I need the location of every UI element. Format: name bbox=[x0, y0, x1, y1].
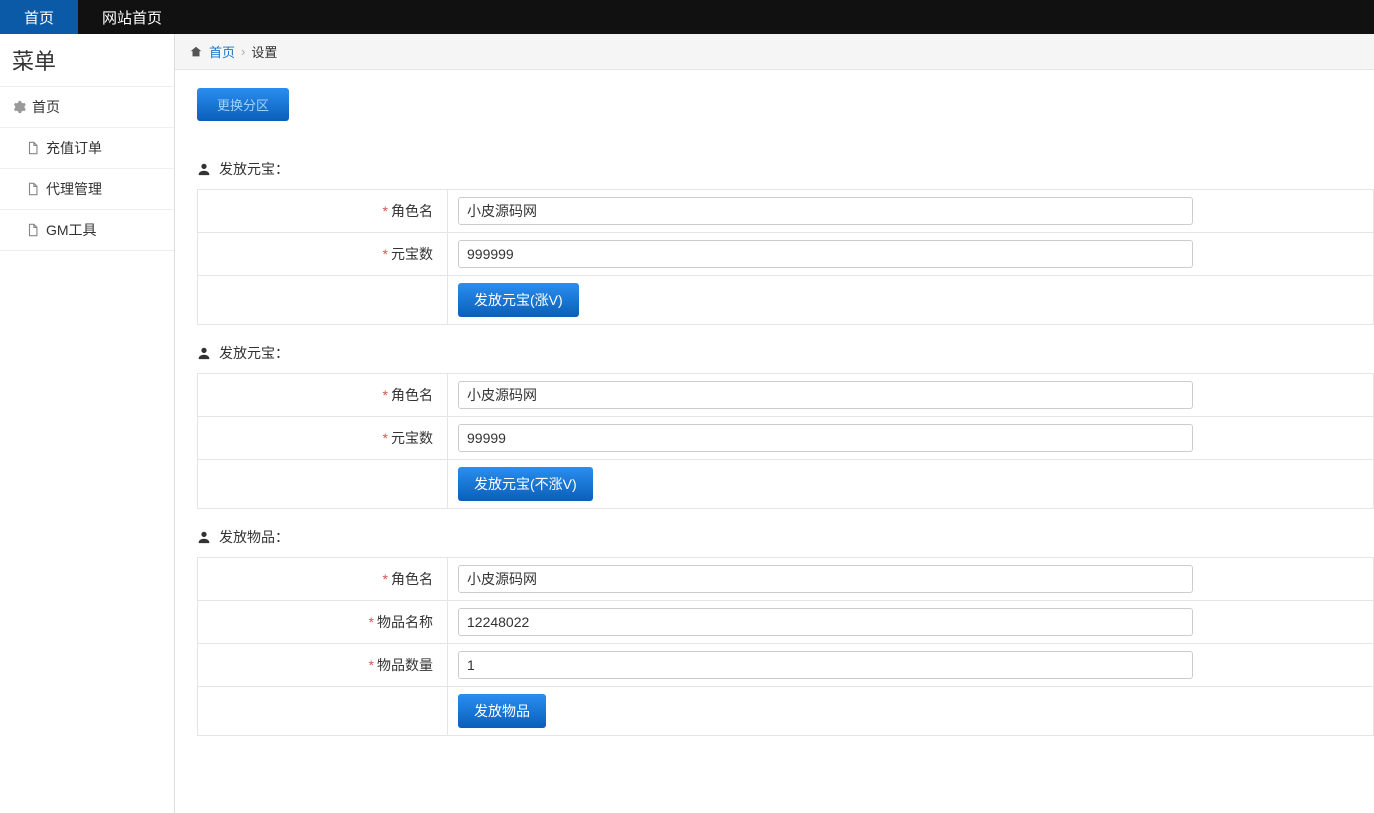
person-icon bbox=[197, 162, 211, 176]
role-input-1[interactable] bbox=[458, 197, 1193, 225]
item-qty-label: 物品数量 bbox=[377, 657, 433, 673]
sidebar-item-agent-label: 代理管理 bbox=[46, 179, 102, 199]
submit-item-button[interactable]: 发放物品 bbox=[458, 694, 546, 728]
sidebar-item-recharge-label: 充值订单 bbox=[46, 138, 102, 158]
switch-zone-button[interactable]: 更换分区 bbox=[197, 88, 289, 121]
role-label: 角色名 bbox=[391, 203, 433, 219]
sidebar-title: 菜单 bbox=[0, 34, 174, 86]
content: 首页 › 设置 更换分区 发放元宝： *角色名 *元宝数 bbox=[175, 34, 1374, 813]
qty-input-1[interactable] bbox=[458, 240, 1193, 268]
qty-label: 元宝数 bbox=[391, 430, 433, 446]
section-heading-label: 发放物品： bbox=[219, 527, 289, 547]
sidebar-item-recharge[interactable]: 充值订单 bbox=[0, 128, 174, 169]
sidebar-item-gm[interactable]: GM工具 bbox=[0, 210, 174, 251]
breadcrumb-current: 设置 bbox=[251, 42, 277, 61]
sidebar-item-home[interactable]: 首页 bbox=[0, 86, 174, 128]
sidebar-item-gm-label: GM工具 bbox=[46, 220, 97, 240]
form-item: *角色名 *物品名称 *物品数量 发放物品 bbox=[197, 557, 1374, 736]
sidebar: 菜单 首页 充值订单 代理管理 GM工具 bbox=[0, 34, 175, 813]
section-heading-label: 发放元宝： bbox=[219, 159, 289, 179]
tab-site-home[interactable]: 网站首页 bbox=[78, 0, 186, 34]
sidebar-item-home-label: 首页 bbox=[32, 97, 60, 117]
role-input-2[interactable] bbox=[458, 381, 1193, 409]
person-icon bbox=[197, 346, 211, 360]
home-icon bbox=[189, 45, 203, 59]
tab-home[interactable]: 首页 bbox=[0, 0, 78, 34]
section-heading-label: 发放元宝： bbox=[219, 343, 289, 363]
section-heading-item: 发放物品： bbox=[197, 527, 1374, 547]
item-name-input[interactable] bbox=[458, 608, 1193, 636]
topbar: 首页 网站首页 bbox=[0, 0, 1374, 34]
qty-label: 元宝数 bbox=[391, 246, 433, 262]
submit-yuanbao-v-button[interactable]: 发放元宝(涨V) bbox=[458, 283, 579, 317]
sidebar-item-agent[interactable]: 代理管理 bbox=[0, 169, 174, 210]
item-qty-input[interactable] bbox=[458, 651, 1193, 679]
file-icon bbox=[26, 141, 40, 155]
submit-yuanbao-nov-button[interactable]: 发放元宝(不涨V) bbox=[458, 467, 593, 501]
section-heading-yuanbao-nov: 发放元宝： bbox=[197, 343, 1374, 363]
section-heading-yuanbao-v: 发放元宝： bbox=[197, 159, 1374, 179]
qty-input-2[interactable] bbox=[458, 424, 1193, 452]
form-yuanbao-v: *角色名 *元宝数 发放元宝(涨V) bbox=[197, 189, 1374, 325]
role-input-3[interactable] bbox=[458, 565, 1193, 593]
gear-icon bbox=[12, 100, 26, 114]
person-icon bbox=[197, 530, 211, 544]
role-label: 角色名 bbox=[391, 571, 433, 587]
breadcrumb: 首页 › 设置 bbox=[175, 34, 1374, 70]
breadcrumb-home-link[interactable]: 首页 bbox=[209, 42, 235, 61]
form-yuanbao-nov: *角色名 *元宝数 发放元宝(不涨V) bbox=[197, 373, 1374, 509]
chevron-right-icon: › bbox=[241, 44, 245, 59]
role-label: 角色名 bbox=[391, 387, 433, 403]
file-icon bbox=[26, 182, 40, 196]
file-icon bbox=[26, 223, 40, 237]
item-name-label: 物品名称 bbox=[377, 614, 433, 630]
